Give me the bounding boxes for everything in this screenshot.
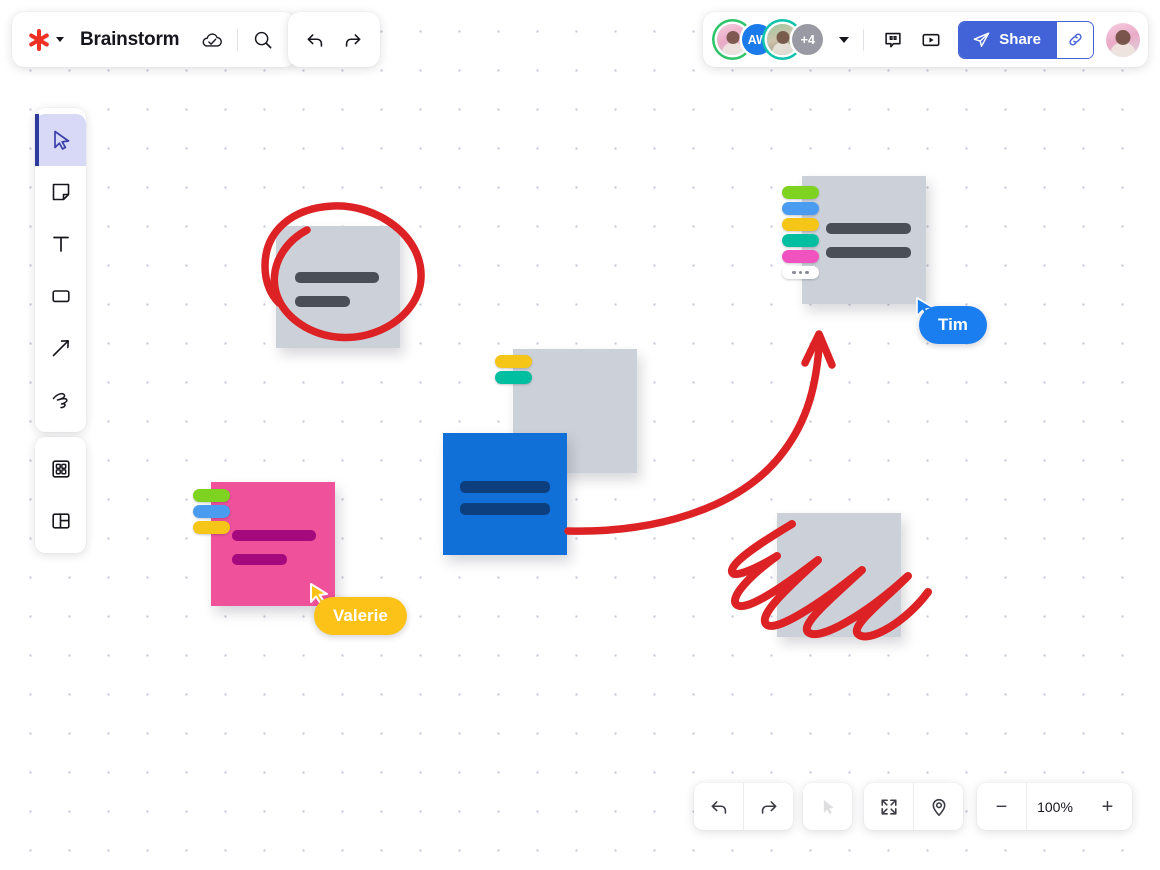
card-with-palette[interactable] bbox=[802, 176, 926, 304]
ink-ellipse[interactable] bbox=[243, 192, 433, 357]
tool-pen[interactable] bbox=[35, 374, 86, 426]
swatch-yellow[interactable] bbox=[782, 218, 819, 231]
tool-apps[interactable] bbox=[35, 443, 86, 495]
divider bbox=[237, 29, 238, 51]
sticky-text-line bbox=[232, 530, 316, 541]
swatch-pink[interactable] bbox=[782, 250, 819, 263]
sticky-blue[interactable] bbox=[443, 433, 567, 555]
paper-plane-icon bbox=[972, 30, 991, 49]
tool-templates[interactable] bbox=[35, 495, 86, 547]
cursor-valerie: Valerie bbox=[314, 597, 407, 635]
current-user-avatar[interactable] bbox=[1106, 23, 1140, 57]
tool-rail-secondary bbox=[35, 437, 86, 553]
cursor-label-text: Tim bbox=[938, 315, 968, 334]
chevron-down-icon[interactable] bbox=[56, 37, 64, 42]
redo-arrow-icon[interactable] bbox=[743, 783, 793, 830]
avatar-overflow[interactable]: +4 bbox=[792, 24, 823, 55]
swatch-teal[interactable] bbox=[495, 371, 532, 384]
cursor-pointer-icon[interactable] bbox=[803, 783, 852, 830]
board-header-history bbox=[288, 12, 380, 67]
canvas-history-bar bbox=[694, 783, 793, 830]
divider bbox=[863, 29, 864, 51]
undo-arrow-icon[interactable] bbox=[296, 21, 334, 59]
zoom-out-label: − bbox=[996, 797, 1008, 817]
zoom-controls: − 100% + bbox=[977, 783, 1132, 830]
swatch-green[interactable] bbox=[193, 489, 230, 502]
undo-arrow-icon[interactable] bbox=[694, 783, 743, 830]
board-header-right: AW +4 bbox=[703, 12, 1148, 67]
comment-bubble-icon[interactable] bbox=[874, 21, 912, 59]
presentation-play-icon[interactable] bbox=[912, 21, 950, 59]
card-text-line bbox=[826, 223, 911, 234]
swatch-yellow[interactable] bbox=[193, 521, 230, 534]
board-header-left: Brainstorm bbox=[12, 12, 296, 67]
swatch-teal[interactable] bbox=[782, 234, 819, 247]
miro-board-app: Tim Valerie Brainstorm bbox=[0, 0, 1160, 870]
tool-connector[interactable] bbox=[35, 322, 86, 374]
ink-curved-arrow[interactable] bbox=[560, 325, 840, 545]
fit-to-screen-icon[interactable] bbox=[864, 783, 913, 830]
redo-arrow-icon[interactable] bbox=[334, 21, 372, 59]
color-swatch-picker[interactable] bbox=[782, 186, 819, 279]
miro-asterisk-logo[interactable] bbox=[28, 29, 50, 51]
sticky-text-line bbox=[460, 481, 550, 493]
cursor-label-text: Valerie bbox=[333, 606, 388, 625]
swatch-yellow[interactable] bbox=[495, 355, 532, 368]
search-icon[interactable] bbox=[244, 21, 282, 59]
color-swatch-picker[interactable] bbox=[495, 355, 532, 384]
tool-shape[interactable] bbox=[35, 270, 86, 322]
share-button-group: Share bbox=[958, 21, 1094, 59]
share-button[interactable]: Share bbox=[959, 22, 1057, 58]
avatar-overflow-count: +4 bbox=[801, 33, 815, 47]
share-button-label: Share bbox=[999, 31, 1041, 48]
swatch-blue[interactable] bbox=[193, 505, 230, 518]
tool-select[interactable] bbox=[35, 114, 86, 166]
canvas-view-bar bbox=[864, 783, 963, 830]
page-title[interactable]: Brainstorm bbox=[80, 29, 179, 51]
sticky-text-line bbox=[460, 503, 550, 515]
swatch-blue[interactable] bbox=[782, 202, 819, 215]
collaborator-avatars[interactable]: AW +4 bbox=[717, 24, 823, 55]
zoom-in-button[interactable]: + bbox=[1083, 783, 1132, 830]
cursor-tim: Tim bbox=[919, 306, 987, 344]
chevron-down-icon[interactable] bbox=[839, 37, 849, 43]
swatch-green[interactable] bbox=[782, 186, 819, 199]
color-swatch-picker[interactable] bbox=[193, 489, 230, 534]
cloud-check-icon[interactable] bbox=[193, 21, 231, 59]
canvas-pointer-bar bbox=[803, 783, 852, 830]
tool-rail bbox=[35, 108, 86, 432]
zoom-in-label: + bbox=[1102, 797, 1114, 817]
avatar-initials: AW bbox=[748, 33, 768, 47]
map-pin-icon[interactable] bbox=[913, 783, 963, 830]
zoom-level-label[interactable]: 100% bbox=[1026, 783, 1083, 830]
chain-link-icon bbox=[1066, 30, 1085, 49]
sticky-text-line bbox=[232, 554, 287, 565]
zoom-out-button[interactable]: − bbox=[977, 783, 1026, 830]
copy-link-button[interactable] bbox=[1057, 22, 1093, 58]
tool-sticky-note[interactable] bbox=[35, 166, 86, 218]
board-canvas[interactable]: Tim Valerie bbox=[0, 0, 1160, 870]
tool-text[interactable] bbox=[35, 218, 86, 270]
card-text-line bbox=[826, 247, 911, 258]
more-colors-icon[interactable] bbox=[782, 266, 819, 279]
